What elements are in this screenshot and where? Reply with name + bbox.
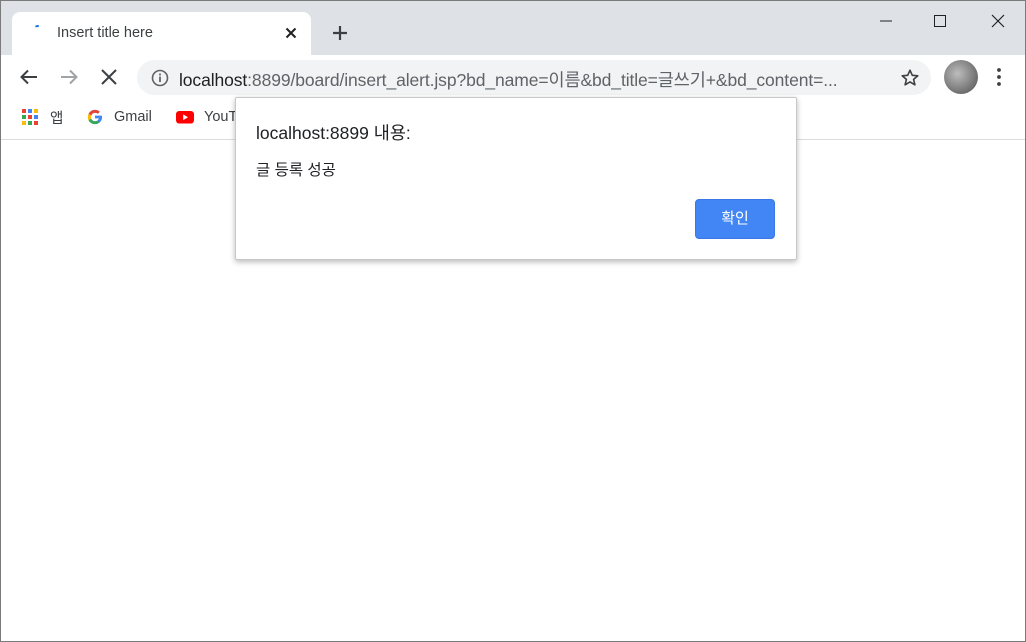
google-g-icon [87, 109, 103, 125]
tab-title: Insert title here [57, 25, 153, 41]
avatar[interactable] [944, 60, 978, 94]
stop-loading-icon[interactable] [96, 64, 122, 90]
bookmark-star-icon[interactable] [900, 68, 920, 88]
close-icon[interactable] [282, 24, 300, 42]
dialog-title: localhost:8899 내용: [256, 123, 411, 143]
url-path: :8899/board/insert_alert.jsp?bd_name=이름&… [247, 70, 838, 90]
dialog-message: 글 등록 성공 [256, 162, 336, 179]
youtube-icon [176, 111, 194, 124]
minimize-icon [880, 20, 892, 22]
apps-grid-icon [22, 109, 38, 125]
window-close-button[interactable] [969, 1, 1025, 41]
bookmark-label: YouT [204, 109, 238, 125]
new-tab-plus-icon[interactable] [328, 21, 352, 45]
tab-strip: Insert title here [1, 1, 1025, 55]
url-host: localhost [179, 70, 248, 90]
info-icon[interactable] [151, 69, 169, 87]
forward-arrow-icon[interactable] [56, 64, 82, 90]
more-vert-icon[interactable] [990, 67, 1008, 87]
bookmark-label: 앱 [50, 110, 64, 127]
bookmark-gmail[interactable]: Gmail [87, 107, 152, 127]
back-arrow-icon[interactable] [16, 64, 42, 90]
maximize-button[interactable] [911, 1, 969, 41]
window-close-icon [991, 14, 1005, 28]
bookmark-apps[interactable]: 앱 [22, 107, 63, 127]
tab-active[interactable]: Insert title here [12, 12, 311, 55]
address-bar[interactable]: localhost:8899/board/insert_alert.jsp?bd… [137, 60, 931, 95]
maximize-icon [934, 15, 946, 27]
bookmark-label: Gmail [114, 109, 152, 125]
bookmark-youtube[interactable]: YouT [176, 107, 237, 127]
ok-button[interactable]: 확인 [695, 199, 775, 239]
minimize-button[interactable] [857, 1, 915, 41]
loading-spinner-icon [35, 25, 39, 28]
toolbar: localhost:8899/board/insert_alert.jsp?bd… [1, 55, 1025, 99]
url-text[interactable]: localhost:8899/board/insert_alert.jsp?bd… [179, 67, 838, 92]
browser-window: Insert title here localhost:8899/board/i… [0, 0, 1026, 642]
alert-dialog: localhost:8899 내용: 글 등록 성공 확인 [235, 97, 797, 260]
